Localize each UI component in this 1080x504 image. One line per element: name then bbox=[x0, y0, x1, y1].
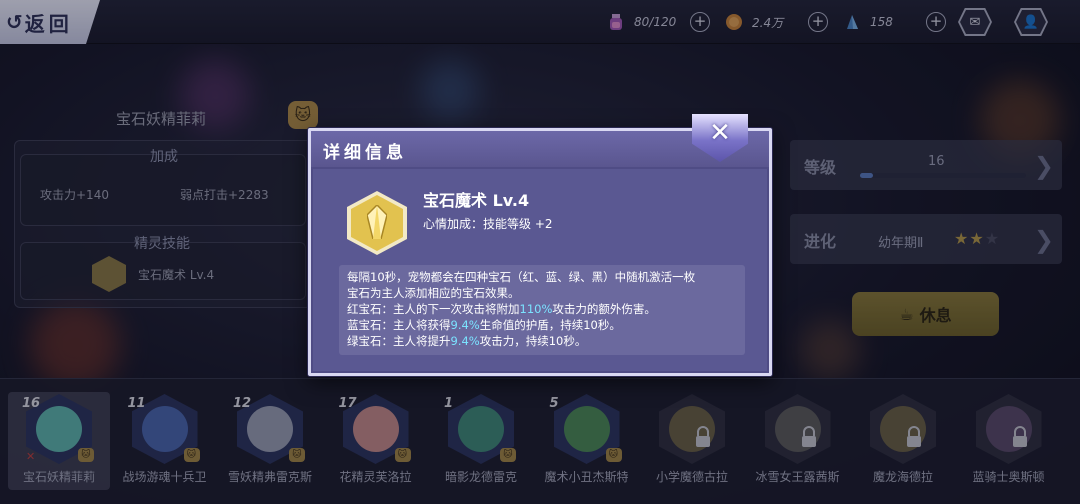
skill-mood-bonus: 心情加成：技能等级 +2 bbox=[423, 217, 553, 231]
close-icon: ✕ bbox=[709, 118, 731, 148]
gem-icon bbox=[367, 205, 387, 239]
skill-icon bbox=[347, 191, 407, 255]
modal-title: 详细信息 bbox=[323, 143, 407, 163]
modal-body: 宝石魔术 Lv.4 心情加成：技能等级 +2 每隔10秒，宠物都会在四种宝石（红… bbox=[313, 169, 767, 371]
skill-name: 宝石魔术 Lv.4 bbox=[423, 191, 530, 210]
skill-description: 每隔10秒，宠物都会在四种宝石（红、蓝、绿、黑）中随机激活一枚 宝石为主人添加相… bbox=[339, 265, 745, 355]
close-modal-button[interactable]: ✕ bbox=[692, 114, 748, 162]
desc-line-green-gem: 绿宝石：主人将提升9.4%攻击力，持续10秒。 bbox=[347, 334, 587, 348]
desc-line-blue-gem: 蓝宝石：主人将获得9.4%生命值的护盾，持续10秒。 bbox=[347, 318, 621, 332]
detail-modal: 详细信息 宝石魔术 Lv.4 心情加成：技能等级 +2 每隔10秒，宠物都会在四… bbox=[308, 128, 772, 376]
desc-line: 宝石为主人添加相应的宝石效果。 bbox=[347, 286, 520, 300]
desc-line-red-gem: 红宝石：主人的下一次攻击将附加110%攻击力的额外伤害。 bbox=[347, 302, 656, 316]
desc-line: 每隔10秒，宠物都会在四种宝石（红、蓝、绿、黑）中随机激活一枚 bbox=[347, 270, 696, 284]
